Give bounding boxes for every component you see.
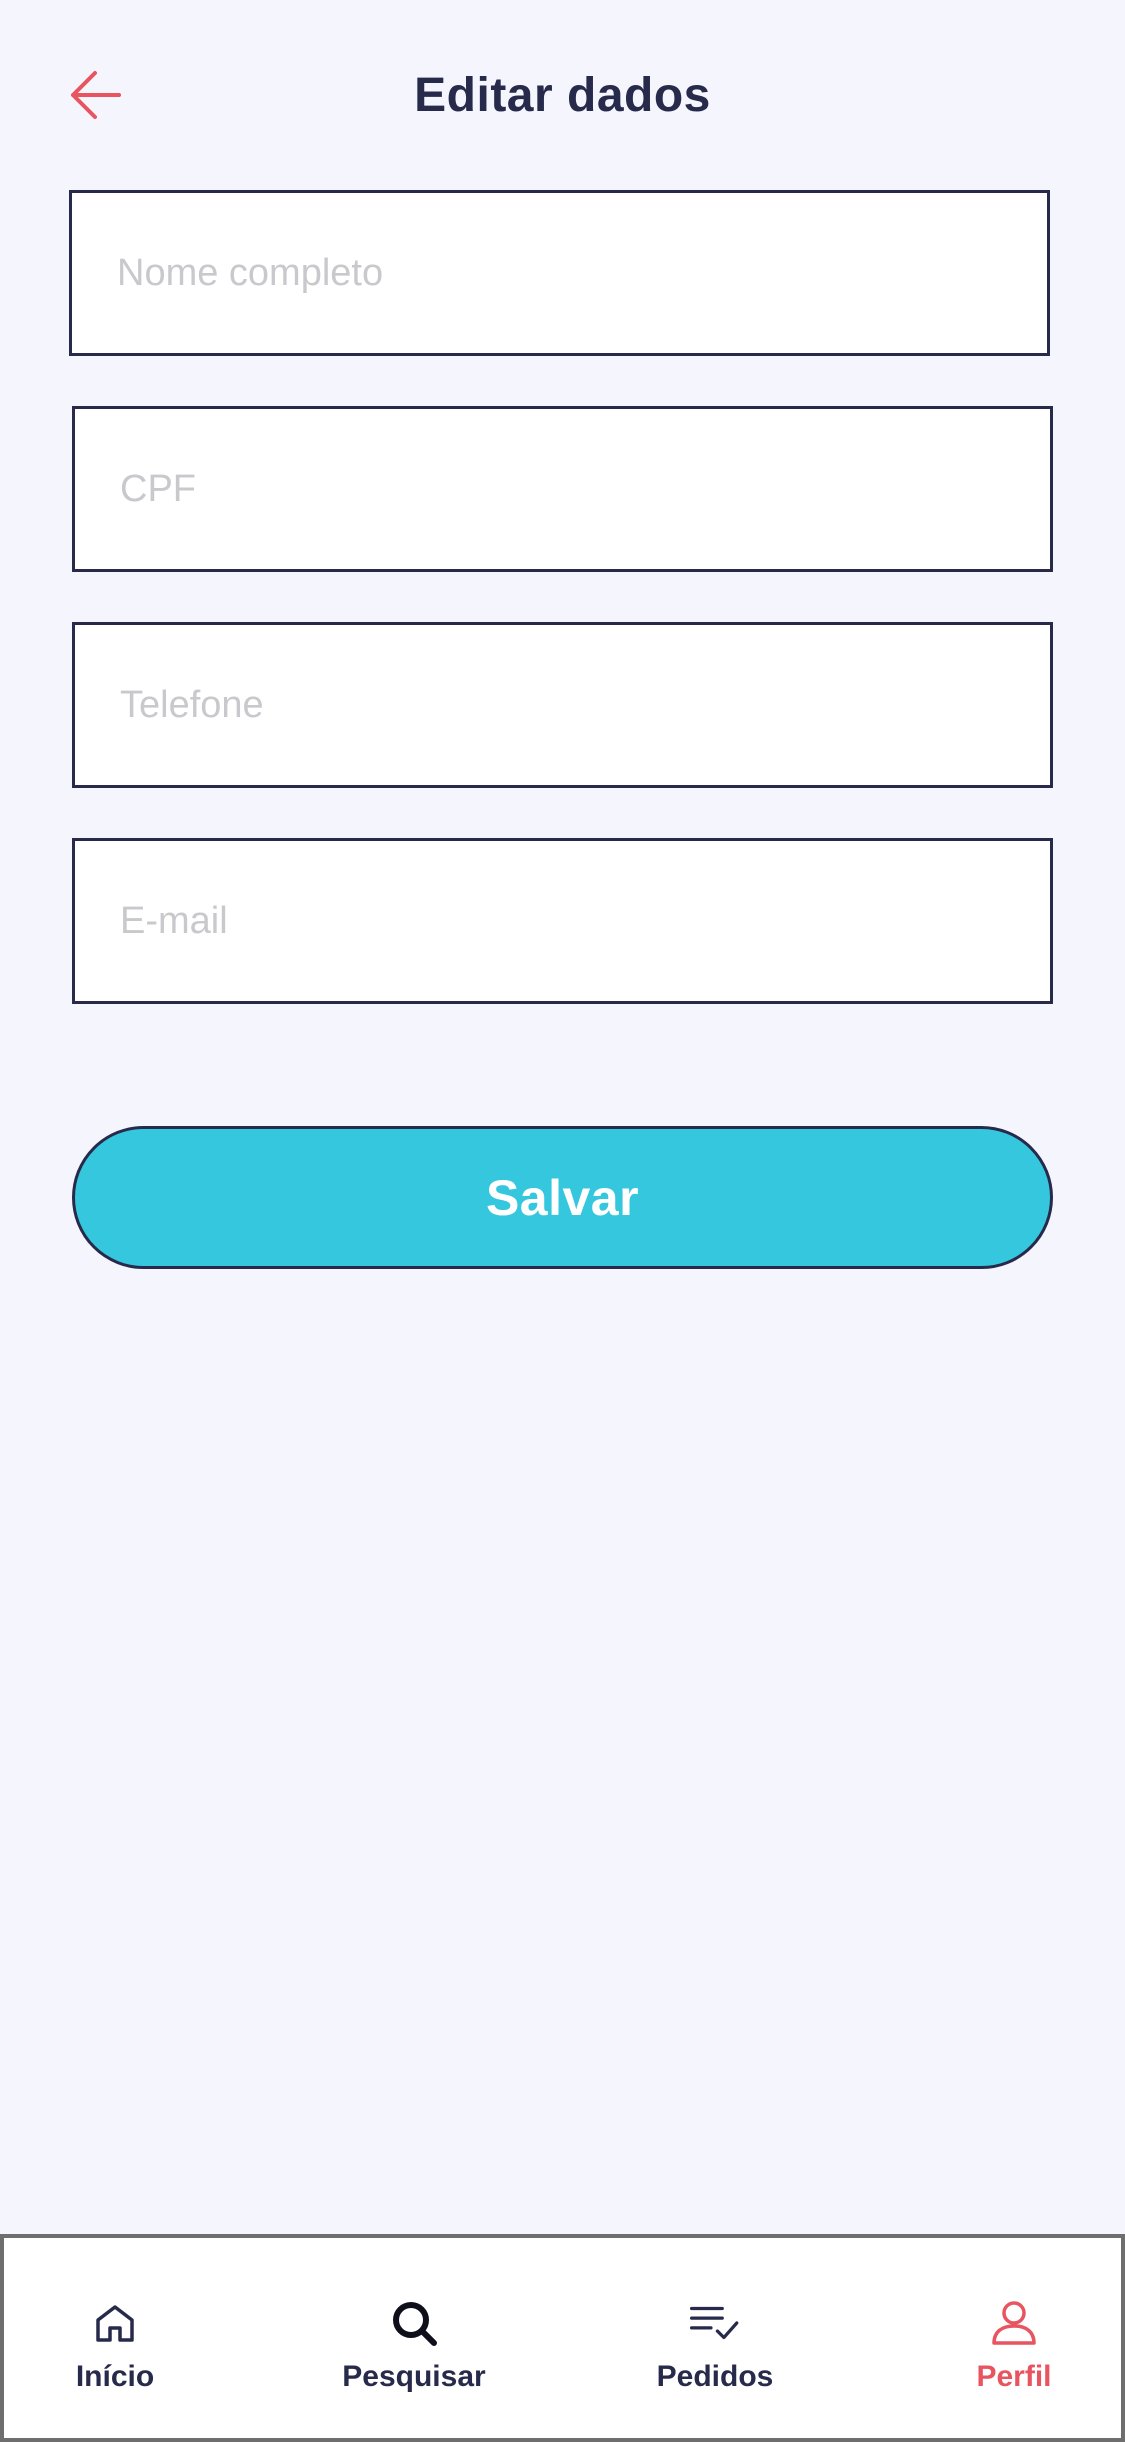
- header: Editar dados: [0, 0, 1125, 190]
- email-input[interactable]: [75, 841, 1050, 1001]
- edit-profile-screen: Editar dados Salvar Início: [0, 0, 1125, 2442]
- full-name-input[interactable]: [72, 193, 1047, 353]
- full-name-field[interactable]: [69, 190, 1050, 356]
- phone-input[interactable]: [75, 625, 1050, 785]
- person-icon: [992, 2301, 1036, 2345]
- cpf-field[interactable]: [72, 406, 1053, 572]
- tab-inicio[interactable]: Início: [15, 2238, 215, 2438]
- save-button-label: Salvar: [485, 1169, 640, 1226]
- phone-field[interactable]: [72, 622, 1053, 788]
- tab-perfil[interactable]: Perfil: [914, 2238, 1114, 2438]
- save-button[interactable]: Salvar: [72, 1126, 1053, 1269]
- tab-label: Perfil: [976, 2360, 1052, 2393]
- cpf-input[interactable]: [75, 409, 1050, 569]
- bottom-tab-bar: Início Pesquisar Pedidos Perfil: [0, 2234, 1125, 2442]
- tab-label: Pedidos: [656, 2360, 774, 2393]
- tab-pedidos[interactable]: Pedidos: [615, 2238, 815, 2438]
- tab-label: Pesquisar: [342, 2360, 486, 2393]
- page-title: Editar dados: [414, 69, 711, 122]
- tab-label: Início: [75, 2360, 155, 2393]
- list-check-icon: [690, 2306, 739, 2340]
- tab-pesquisar[interactable]: Pesquisar: [314, 2238, 514, 2438]
- email-field[interactable]: [72, 838, 1053, 1004]
- search-icon: [393, 2302, 437, 2346]
- home-icon: [96, 2305, 134, 2342]
